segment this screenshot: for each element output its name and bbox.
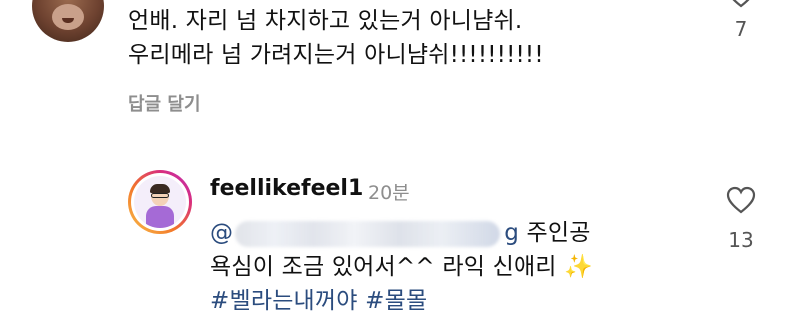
avatar-ring-gap [131,173,189,231]
username-link[interactable]: feellikefeel1 [210,176,363,201]
blurred-mention [235,220,501,247]
comment-timestamp: 20분 [368,182,410,204]
avatar-hair [150,184,170,193]
reply-text-main: 주인공 [526,220,591,246]
avatar-face [52,4,84,30]
like-count: 13 [728,228,754,252]
like-count: 7 [734,17,748,41]
reply-text-line-2: 욕심이 조금 있어서^^ 라익 신애리 ✨ [210,250,593,284]
hashtag-link[interactable]: #몰몰 [365,288,427,314]
hashtag-link[interactable]: #벨라는내꺼야 [210,288,358,314]
reply-text-line-1: @ g 주인공 [210,216,591,250]
avatar-glasses [151,193,169,198]
reply-text-body: 욕심이 조금 있어서^^ 라익 신애리 [210,254,557,280]
reply-avatar[interactable] [128,170,192,234]
reply-like-group: 13 [721,186,761,252]
reply-button[interactable]: 답글 달기 [128,90,201,116]
avatar-body [146,206,174,228]
comment-text-line-1: 언배. 자리 넘 차지하고 있는거 아니냠쉬. [128,8,523,34]
comment-like-group: 7 [721,0,761,41]
heart-icon[interactable] [726,186,756,214]
commenter-avatar[interactable] [32,0,104,42]
mention-prefix[interactable]: @ [210,220,233,246]
comment-text-line-2: 우리메라 넘 가려지는거 아니냠쉬!!!!!!!!!! [128,42,544,68]
mention-tail[interactable]: g [504,220,519,246]
avatar-photo [134,176,186,228]
heart-icon[interactable] [726,0,756,8]
reply-text-line-3: #벨라는내꺼야 #몰몰 [210,284,427,318]
sparkle-emoji: ✨ [564,254,594,280]
